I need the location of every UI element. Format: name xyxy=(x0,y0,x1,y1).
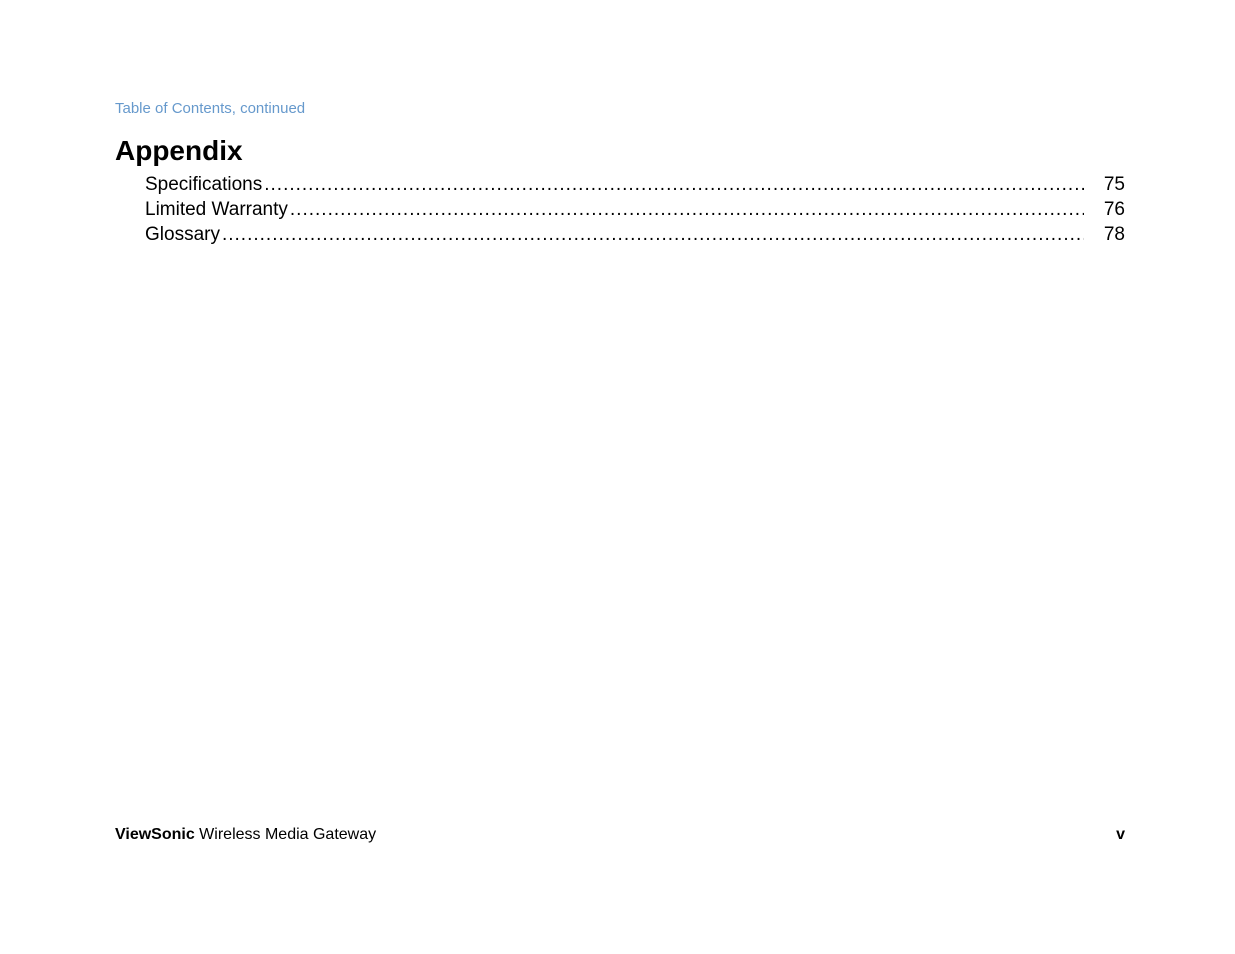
toc-entries: Specifications 75 Limited Warranty 76 Gl… xyxy=(115,173,1125,246)
section-title-appendix: Appendix xyxy=(115,135,1125,167)
toc-page: 75 xyxy=(1084,173,1125,197)
toc-row-limited-warranty[interactable]: Limited Warranty 76 xyxy=(145,198,1125,222)
footer-brand: ViewSonic xyxy=(115,826,195,843)
footer-left: ViewSonic Wireless Media Gateway xyxy=(115,826,376,844)
toc-page: 76 xyxy=(1084,198,1125,222)
toc-row-glossary[interactable]: Glossary 78 xyxy=(145,223,1125,247)
toc-label: Limited Warranty xyxy=(145,198,288,222)
toc-dots xyxy=(220,223,1084,247)
page-footer: ViewSonic Wireless Media Gateway v xyxy=(115,826,1125,844)
toc-dots xyxy=(288,198,1084,222)
header-note: Table of Contents, continued xyxy=(115,100,1125,117)
toc-label: Specifications xyxy=(145,173,262,197)
toc-dots xyxy=(262,173,1084,197)
toc-row-specifications[interactable]: Specifications 75 xyxy=(145,173,1125,197)
footer-page-number: v xyxy=(1116,826,1125,844)
toc-label: Glossary xyxy=(145,223,220,247)
footer-product: Wireless Media Gateway xyxy=(195,826,376,843)
toc-page: 78 xyxy=(1084,223,1125,247)
